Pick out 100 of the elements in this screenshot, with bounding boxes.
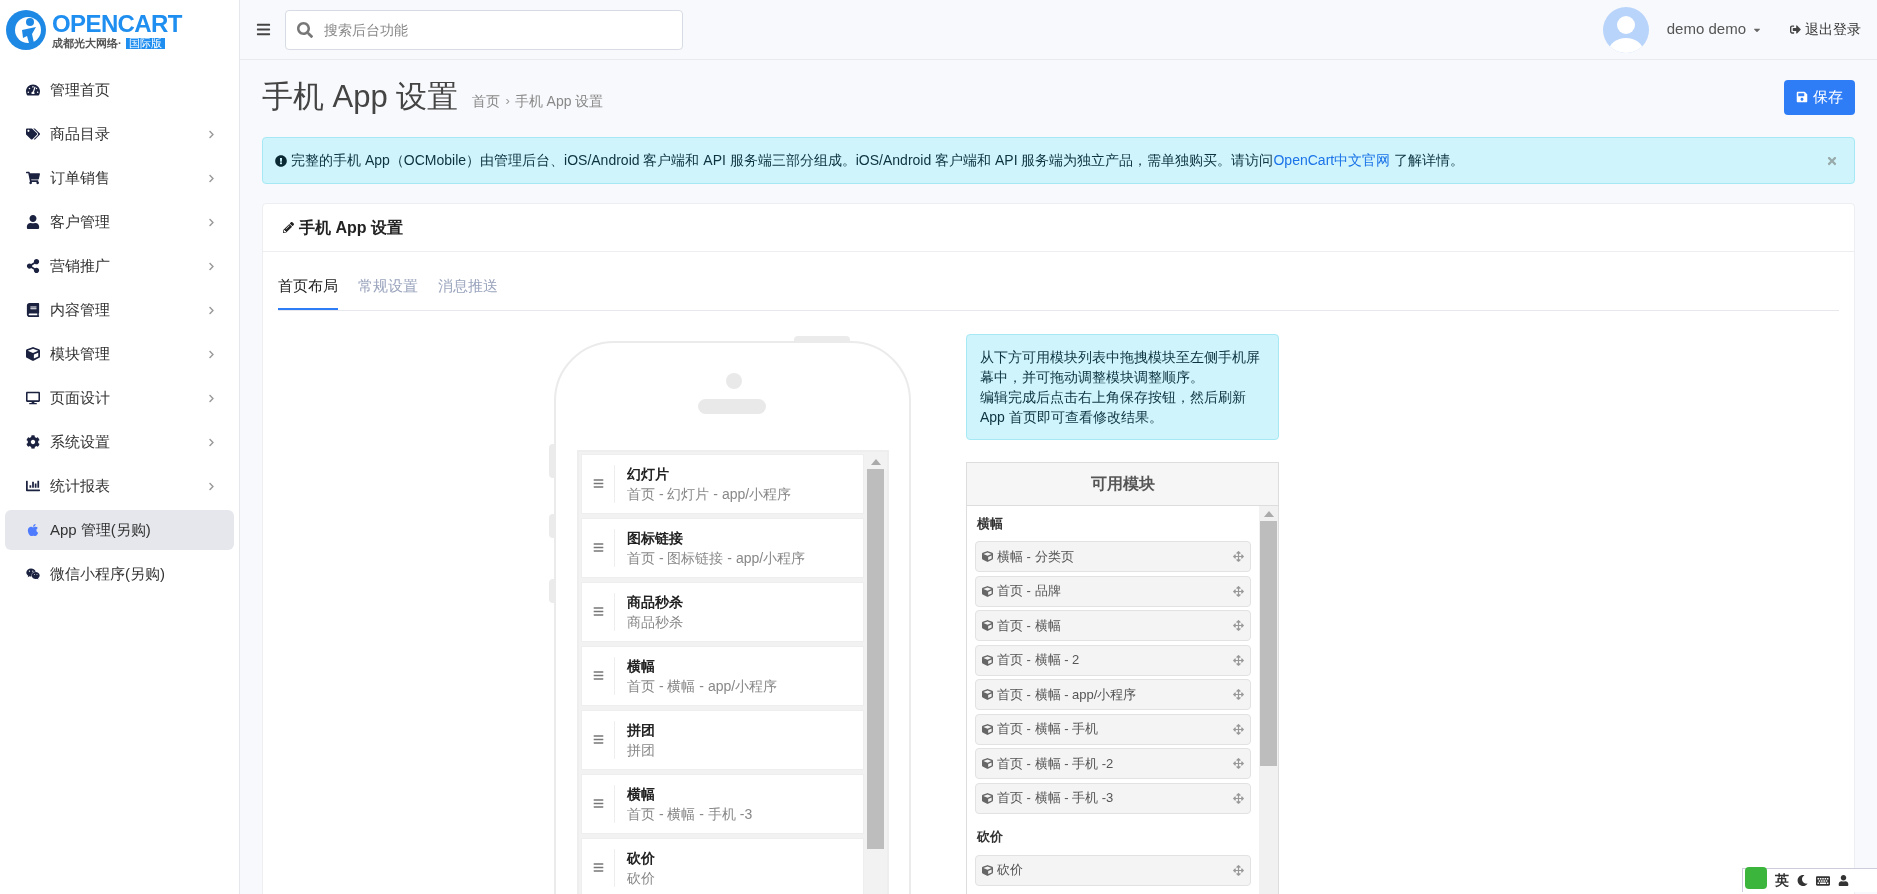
available-module[interactable]: 首页 - 横幅 - 手机 -2 (975, 748, 1251, 779)
cube-icon (982, 620, 993, 631)
help-text: 编辑完成后点击右上角保存按钮，然后刷新 App 首页即可查看修改结果。 (980, 387, 1247, 427)
drag-handle-icon[interactable] (592, 606, 605, 617)
keyboard-icon[interactable] (1816, 873, 1830, 888)
cube-icon (982, 758, 993, 769)
website-link[interactable]: OpenCart中文官网 (1273, 152, 1391, 168)
card-title: 手机 App 设置 (299, 217, 403, 238)
sidebar-item[interactable]: 商品目录 (5, 114, 234, 154)
available-module[interactable]: 砍价 (975, 854, 1251, 886)
alert-message: 完整的手机 App（OCMobile）由管理后台、iOS/Android 客户端和 API 服务端三部分组成。iOS/Android 客户端和 API 服务端为独立产品，需单独购买。请访问OpenCart中文官网 了解详情。 (291, 151, 1465, 170)
sidebar-item[interactable]: 管理首页 (5, 70, 234, 110)
module-title: 横幅 (627, 784, 656, 804)
drag-handle-icon[interactable] (592, 734, 605, 745)
move-icon[interactable] (1233, 585, 1244, 597)
ime-mode[interactable]: 英 (1775, 870, 1789, 891)
move-icon[interactable] (1233, 758, 1244, 769)
tags-icon (26, 127, 40, 141)
layout-module[interactable]: 图标链接 首页 - 图标链接 - app/小程序 (581, 517, 864, 578)
move-icon[interactable] (1233, 792, 1244, 804)
cube-icon (982, 551, 993, 562)
logout-icon (1790, 24, 1801, 35)
sidebar-item[interactable]: 微信小程序(另购) (5, 554, 234, 594)
module-title: 幻灯片 (627, 464, 670, 484)
layout-module[interactable]: 横幅 首页 - 横幅 - 手机 -3 (581, 773, 864, 834)
sidebar-item[interactable]: 营销推广 (5, 246, 234, 286)
module-subtitle: 首页 - 横幅 - app/小程序 (627, 676, 778, 696)
search-icon (297, 21, 313, 38)
menu-icon[interactable] (256, 22, 271, 37)
bar-chart-icon (26, 479, 40, 493)
drag-handle-icon[interactable] (592, 478, 605, 489)
save-button[interactable]: 保存 (1784, 79, 1855, 115)
module-subtitle: 首页 - 图标链接 - app/小程序 (627, 548, 806, 568)
available-module[interactable]: 首页 - 品牌 (975, 575, 1251, 607)
drag-handle-icon[interactable] (592, 670, 605, 681)
sidebar-item[interactable]: 统计报表 (5, 466, 234, 506)
move-icon[interactable] (1233, 654, 1244, 666)
drag-handle-icon[interactable] (592, 862, 605, 873)
cube-icon (982, 792, 993, 804)
apple-icon (26, 523, 40, 537)
layout-module[interactable]: 幻灯片 首页 - 幻灯片 - app/小程序 (581, 453, 864, 514)
module-title: 拼团 (627, 720, 655, 740)
available-module[interactable]: 首页 - 横幅 - 2 (975, 644, 1251, 676)
layout-module[interactable]: 拼团 拼团 (581, 709, 864, 770)
sidebar-item[interactable]: 页面设计 (5, 378, 234, 418)
move-icon[interactable] (1233, 551, 1244, 562)
page-title: 手机 App 设置 (262, 77, 459, 116)
sidebar-item[interactable]: 系统设置 (5, 422, 234, 462)
cube-icon (982, 864, 993, 876)
layout-module[interactable]: 横幅 首页 - 横幅 - app/小程序 (581, 645, 864, 706)
ime-logo-icon (1745, 866, 1767, 889)
available-module[interactable]: 首页 - 横幅 - app/小程序 (975, 679, 1251, 710)
breadcrumb-link[interactable]: 首页 (472, 90, 501, 112)
move-icon[interactable] (1233, 689, 1244, 700)
user-icon[interactable] (1838, 875, 1849, 886)
layout-module[interactable]: 商品秒杀 商品秒杀 (581, 581, 864, 642)
cube-icon (982, 585, 993, 597)
available-module[interactable]: 首页 - 横幅 - 手机 (975, 713, 1251, 745)
logo-icon (4, 8, 48, 52)
scroll-up-icon[interactable] (870, 458, 881, 465)
close-icon[interactable] (1826, 154, 1838, 167)
moon-icon[interactable] (1797, 875, 1808, 886)
group-title: 砍价 (975, 828, 1004, 846)
drag-handle-icon[interactable] (592, 798, 605, 809)
edition-badge: 国际版 (125, 37, 165, 49)
cube-icon (982, 723, 993, 735)
drag-handle-icon[interactable] (592, 542, 605, 553)
chat-icon (26, 567, 40, 581)
brand-name: OPENCART (52, 11, 182, 36)
move-icon[interactable] (1233, 723, 1244, 735)
module-title: 横幅 (627, 656, 656, 676)
sidebar-item[interactable]: 客户管理 (5, 202, 234, 242)
user-menu[interactable]: demo demo (1666, 18, 1762, 41)
sidebar-item[interactable]: 模块管理 (5, 334, 234, 374)
module-subtitle: 首页 - 幻灯片 - app/小程序 (627, 484, 792, 504)
monitor-icon (26, 391, 40, 405)
layout-module[interactable]: 砍价 砍价 (581, 837, 864, 894)
scrollbar[interactable] (1259, 505, 1278, 894)
group-title: 横幅 (975, 514, 1004, 533)
help-text: 从下方可用模块列表中拖拽模块至左侧手机屏幕中，并可拖动调整模块调整顺序。 (980, 347, 1261, 387)
module-subtitle: 砍价 (627, 868, 655, 888)
tab[interactable]: 首页布局 (278, 275, 338, 310)
sidebar-item[interactable]: 订单销售 (5, 158, 234, 198)
sidebar-item[interactable]: App 管理(另购) (5, 510, 234, 550)
logout-link[interactable]: 退出登录 (1790, 19, 1861, 40)
scroll-up-icon[interactable] (1263, 510, 1274, 517)
pencil-icon (283, 222, 294, 233)
save-icon (1796, 91, 1808, 103)
cube-icon (26, 347, 40, 361)
available-module[interactable]: 首页 - 横幅 (975, 610, 1251, 641)
user-icon (26, 215, 40, 229)
move-icon[interactable] (1233, 620, 1244, 631)
available-module[interactable]: 横幅 - 分类页 (975, 541, 1251, 572)
search-field[interactable]: 搜索后台功能 (285, 9, 683, 50)
sidebar-item[interactable]: 内容管理 (5, 290, 234, 330)
module-subtitle: 商品秒杀 (627, 612, 683, 632)
available-module[interactable]: 首页 - 横幅 - 手机 -3 (975, 782, 1251, 814)
module-title: 商品秒杀 (627, 592, 683, 612)
move-icon[interactable] (1233, 864, 1244, 876)
breadcrumb-link[interactable]: 手机 App 设置 (514, 90, 604, 112)
